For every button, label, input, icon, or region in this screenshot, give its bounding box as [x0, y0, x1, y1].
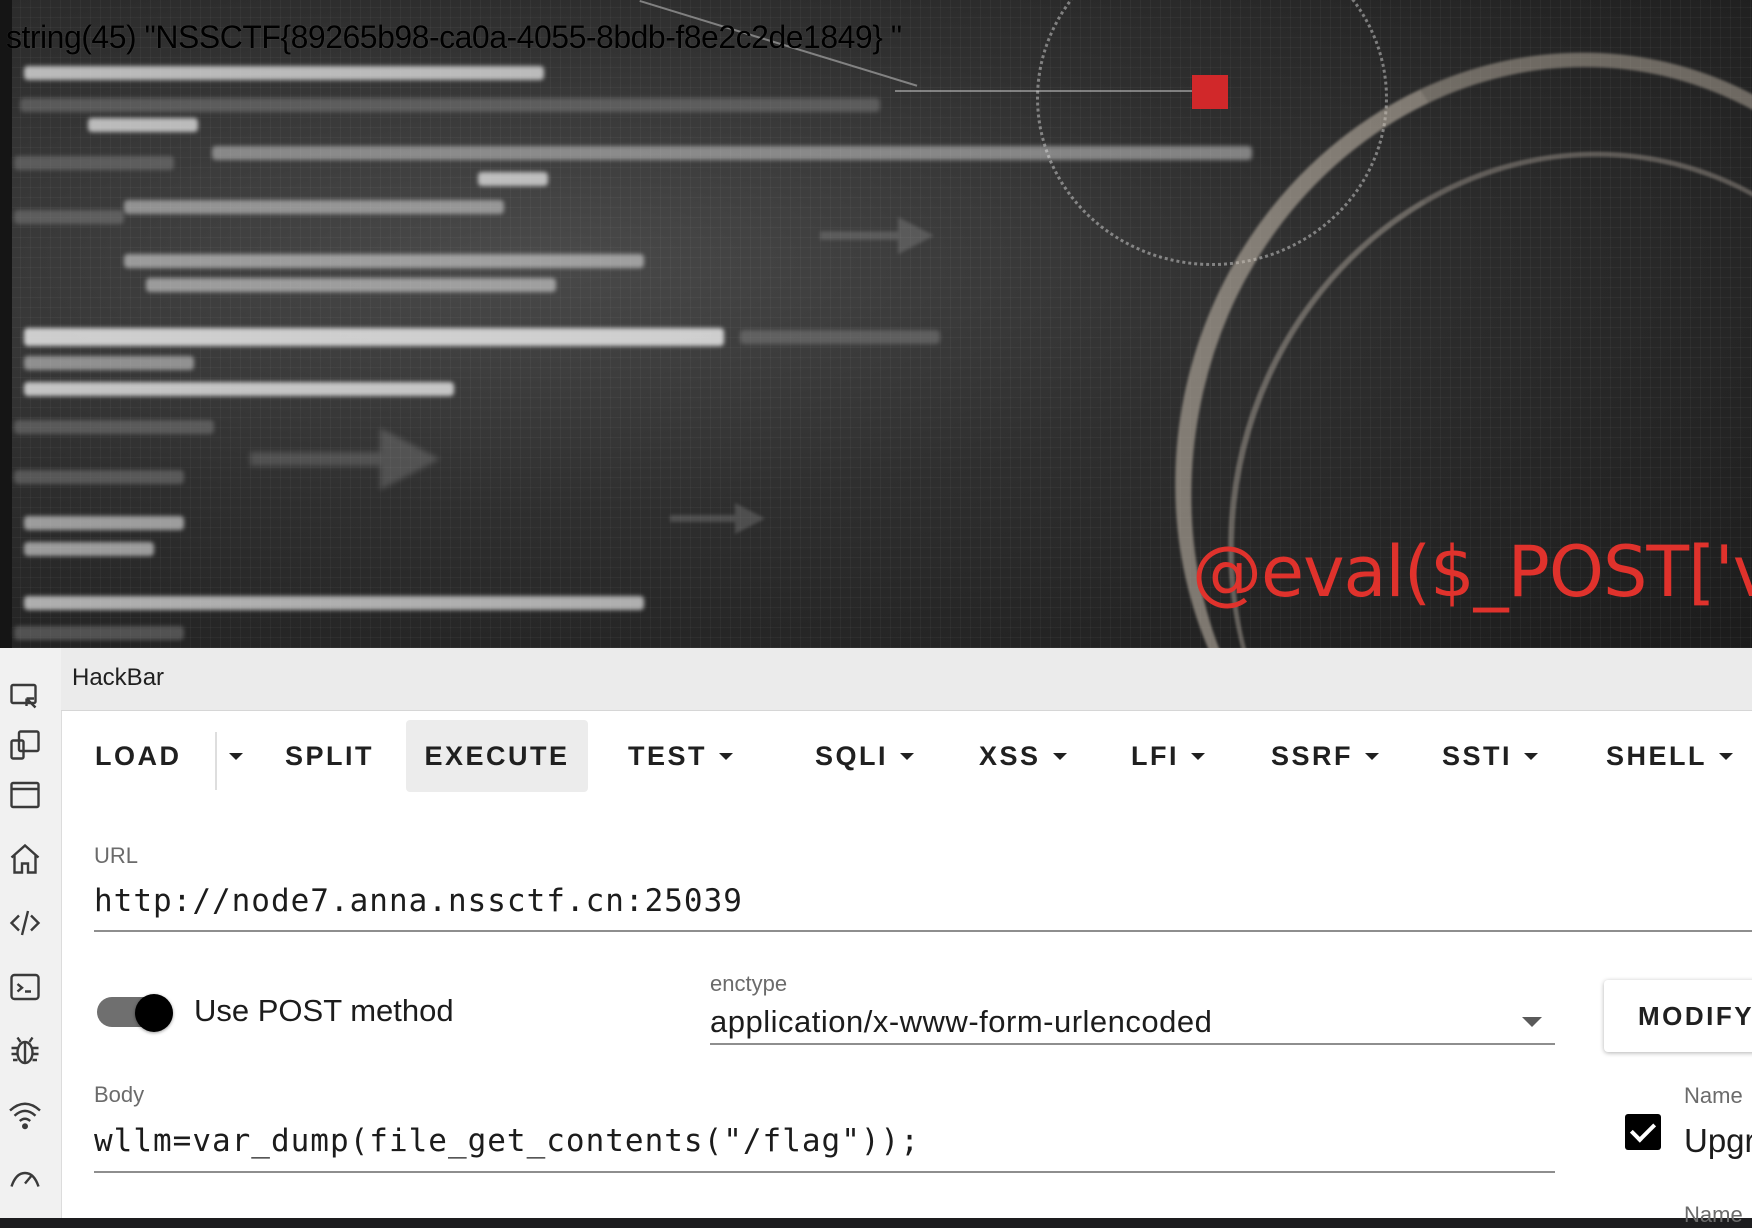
chevron-down-icon — [1052, 752, 1067, 760]
blurred-code-line — [124, 254, 644, 268]
modify-header-button[interactable]: MODIFY — [1604, 980, 1752, 1052]
decorative-arrow — [820, 217, 940, 255]
web-page: @eval($_POST['v string(45) "NSSCTF{89265… — [0, 0, 1752, 648]
page-left-edge — [0, 0, 12, 648]
blurred-code-line — [14, 470, 184, 484]
lfi-label: LFI — [1131, 740, 1179, 771]
ssrf-label: SSRF — [1271, 740, 1354, 771]
window-icon[interactable] — [6, 776, 44, 814]
blurred-code-line — [24, 328, 724, 346]
body-label: Body — [94, 1082, 145, 1107]
chevron-down-icon — [1365, 752, 1380, 760]
test-menu-button[interactable]: TEST — [628, 720, 734, 792]
decorative-arrow — [670, 503, 770, 534]
blurred-code-line — [146, 278, 556, 292]
bug-icon[interactable] — [6, 1032, 44, 1070]
chevron-down-icon — [1524, 752, 1539, 760]
blurred-code-line — [478, 172, 548, 186]
home-icon[interactable] — [6, 840, 44, 878]
banner-eval-text: @eval($_POST['v — [1192, 531, 1752, 613]
hackbar-header: HackBar — [61, 648, 1752, 711]
shell-menu-button[interactable]: SHELL — [1606, 720, 1734, 792]
code-icon[interactable] — [6, 904, 44, 942]
split-button[interactable]: SPLIT — [269, 720, 390, 792]
header-name-label-2: Name — [1684, 1202, 1743, 1227]
url-label: URL — [94, 843, 139, 868]
blurred-code-line — [24, 66, 544, 80]
blurred-code-line — [14, 156, 174, 170]
inspect-icon[interactable] — [6, 678, 44, 716]
header-enabled-checkbox[interactable] — [1625, 1114, 1661, 1150]
load-dropdown-button[interactable] — [223, 720, 249, 792]
ssrf-menu-button[interactable]: SSRF — [1271, 720, 1380, 792]
sqli-label: SQLI — [815, 740, 889, 771]
blurred-code-line — [124, 200, 504, 214]
body-underline — [94, 1171, 1555, 1173]
header-name-input[interactable]: Upgr — [1684, 1122, 1752, 1160]
blurred-code-line — [24, 382, 454, 396]
load-divider — [215, 732, 217, 790]
execute-button[interactable]: EXECUTE — [406, 720, 588, 792]
devtools-sidebar — [0, 648, 62, 1218]
blurred-code-line — [14, 420, 214, 434]
execute-label: EXECUTE — [424, 740, 570, 771]
url-input[interactable]: http://node7.anna.nssctf.cn:25039 — [94, 883, 743, 919]
load-button[interactable]: LOAD — [79, 720, 198, 792]
responsive-icon[interactable] — [6, 726, 44, 764]
enctype-label: enctype — [710, 971, 788, 996]
blurred-code-line — [24, 542, 154, 556]
red-square — [1192, 75, 1228, 109]
blurred-code-line — [24, 596, 644, 610]
blurred-code-line — [24, 516, 184, 530]
ssti-label: SSTI — [1442, 740, 1513, 771]
lfi-menu-button[interactable]: LFI — [1131, 720, 1205, 792]
console-icon[interactable] — [6, 968, 44, 1006]
chevron-down-icon — [229, 752, 243, 760]
blurred-code-line — [20, 98, 880, 112]
blurred-code-line — [14, 626, 184, 640]
xss-label: XSS — [979, 740, 1041, 771]
blurred-code-line — [88, 118, 198, 132]
blurred-code-line — [14, 210, 124, 224]
chevron-down-icon — [900, 752, 915, 760]
post-method-label: Use POST method — [194, 993, 454, 1028]
url-underline — [94, 930, 1752, 932]
header-name-label: Name — [1684, 1083, 1743, 1108]
performance-icon[interactable] — [6, 1160, 44, 1198]
ssti-menu-button[interactable]: SSTI — [1442, 720, 1539, 792]
modify-label: MODIFY — [1638, 1000, 1752, 1031]
blurred-code-line — [24, 356, 194, 370]
post-method-toggle-knob[interactable] — [135, 994, 173, 1032]
shell-label: SHELL — [1606, 740, 1708, 771]
flag-output-text: string(45) "NSSCTF{89265b98-ca0a-4055-8b… — [6, 19, 902, 55]
hackbar-toolbar: LOAD SPLIT EXECUTE TEST SQLI XSS LFI SSR… — [61, 710, 1752, 798]
sqli-menu-button[interactable]: SQLI — [815, 720, 915, 792]
chevron-down-icon — [1191, 752, 1205, 760]
xss-menu-button[interactable]: XSS — [979, 720, 1067, 792]
panel-title: HackBar — [72, 664, 165, 691]
load-label: LOAD — [95, 740, 182, 771]
split-label: SPLIT — [285, 740, 375, 771]
body-input[interactable]: wllm=var_dump(file_get_contents("/flag")… — [94, 1123, 920, 1159]
network-icon[interactable] — [6, 1096, 44, 1134]
chevron-down-icon — [1719, 752, 1734, 760]
chevron-down-icon — [719, 752, 734, 760]
chevron-down-icon[interactable] — [1522, 1017, 1542, 1027]
enctype-select[interactable]: application/x-www-form-urlencoded — [710, 1004, 1212, 1040]
enctype-underline — [710, 1043, 1555, 1045]
blurred-code-line — [740, 330, 940, 344]
test-label: TEST — [628, 740, 708, 771]
decorative-arrow — [250, 428, 450, 490]
